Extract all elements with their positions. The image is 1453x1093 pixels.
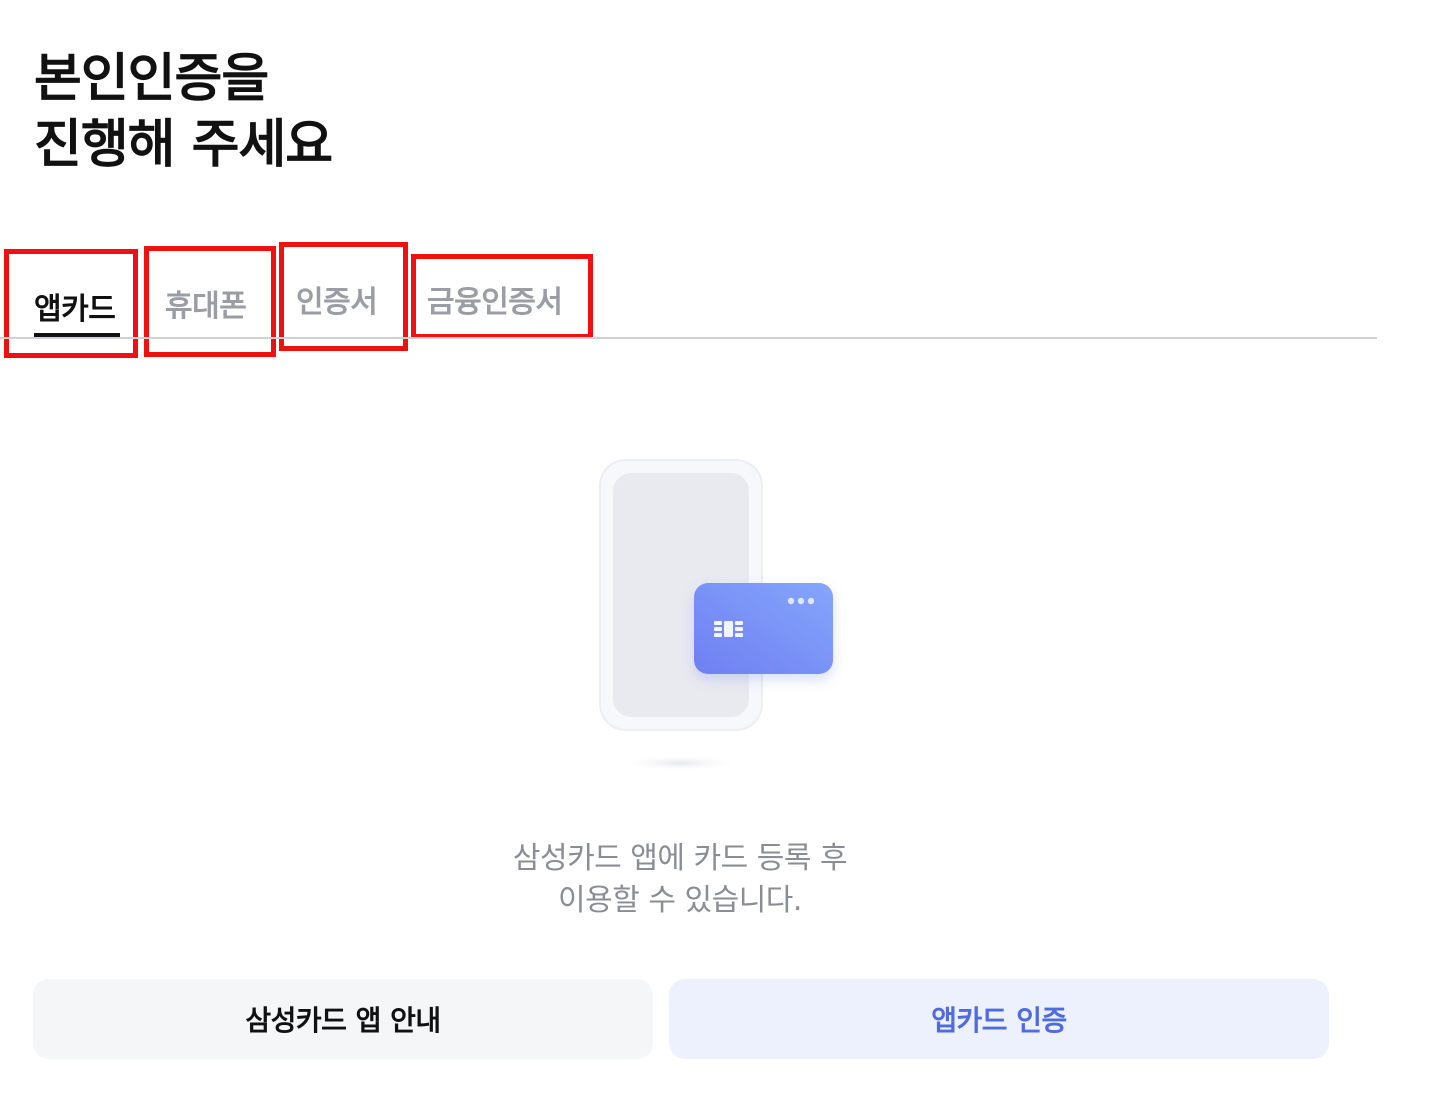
tab-divider [0, 337, 1377, 339]
tab-mobile-phone-label: 휴대폰 [165, 289, 247, 324]
notice-line2: 이용할 수 있습니다. [558, 883, 802, 918]
samsung-card-app-guide-button[interactable]: 삼성카드 앱 안내 [33, 979, 653, 1059]
tab-certificate[interactable]: 인증서 [279, 242, 408, 351]
notice-line1: 삼성카드 앱에 카드 등록 후 [512, 841, 848, 876]
auth-method-tabs: 앱카드 휴대폰 인증서 금융인증서 [0, 240, 1377, 358]
app-card-auth-button[interactable]: 앱카드 인증 [669, 979, 1329, 1059]
app-card-notice: 삼성카드 앱에 카드 등록 후 이용할 수 있습니다. [400, 838, 960, 922]
tab-mobile-phone[interactable]: 휴대폰 [144, 246, 276, 357]
tab-certificate-label: 인증서 [296, 285, 378, 320]
phone-card-graphic [599, 459, 833, 771]
tab-financial-certificate[interactable]: 금융인증서 [411, 254, 593, 339]
tab-app-card-label: 앱카드 [34, 292, 116, 327]
page-title: 본인인증을 진행해 주세요 [34, 46, 333, 178]
page-title-line1: 본인인증을 [34, 49, 269, 109]
tab-financial-certificate-label: 금융인증서 [427, 285, 563, 320]
tab-app-card[interactable]: 앱카드 [4, 249, 138, 358]
phone-shadow [618, 755, 742, 771]
card-chip-icon [714, 621, 743, 637]
app-card-illustration [590, 455, 850, 785]
card-dots-icon [787, 597, 815, 605]
page-title-line2: 진행해 주세요 [34, 115, 333, 175]
